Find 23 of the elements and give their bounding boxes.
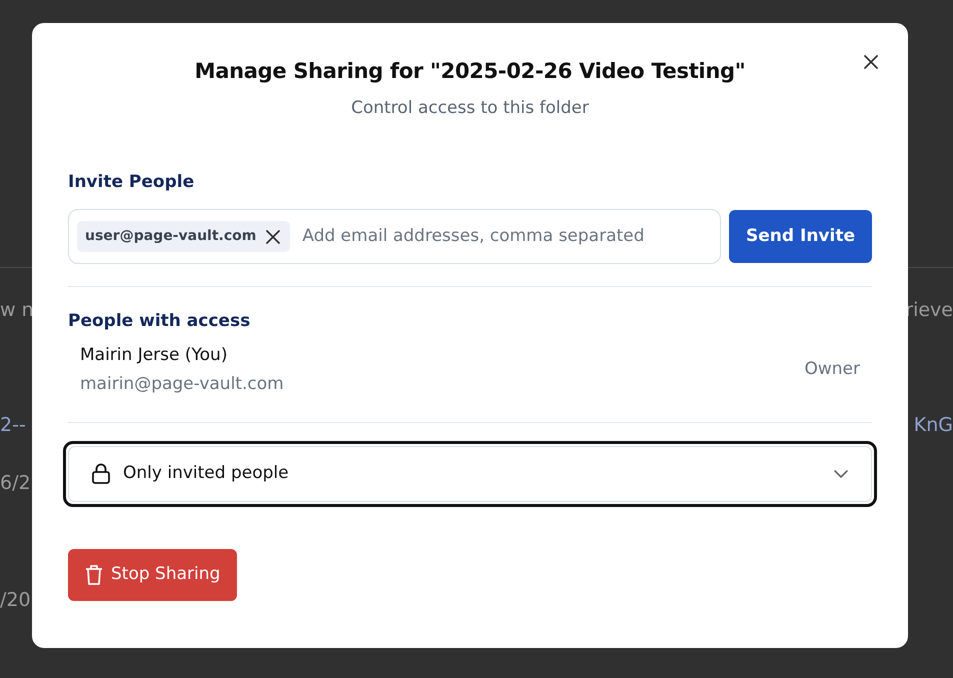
background-link[interactable]: 2--: [0, 413, 26, 437]
dialog-title: Manage Sharing for "2025-02-26 Video Testing": [194, 59, 746, 84]
lock-icon: [91, 462, 111, 485]
background-text: w n: [0, 298, 34, 322]
dropdown-value: Only invited people: [123, 462, 290, 485]
background-text: 6/2: [0, 471, 31, 495]
section-heading: Invite People: [68, 170, 196, 194]
remove-chip-button[interactable]: [264, 228, 282, 246]
chip-label: user@page-vault.com: [85, 227, 256, 246]
trash-icon: [85, 564, 103, 586]
close-icon: [264, 228, 282, 246]
person-name: Mairin Jerse (You): [80, 344, 228, 367]
person-email: mairin@page-vault.com: [80, 373, 284, 396]
recipient-field[interactable]: user@page-vault.com Add email addresses, comma separated: [68, 209, 722, 264]
background-text: /20: [0, 588, 31, 612]
stop-sharing-button[interactable]: Stop Sharing: [68, 548, 238, 601]
background-link[interactable]: KnG: [914, 413, 953, 437]
chevron-down-icon: [833, 468, 849, 479]
send-invite-button[interactable]: Send Invite: [729, 210, 872, 264]
section-heading: People with access: [68, 310, 252, 334]
dialog-subtitle: Control access to this folder: [350, 97, 590, 120]
role-label: Owner: [804, 358, 860, 382]
access-dropdown[interactable]: Only invited people: [68, 446, 872, 502]
